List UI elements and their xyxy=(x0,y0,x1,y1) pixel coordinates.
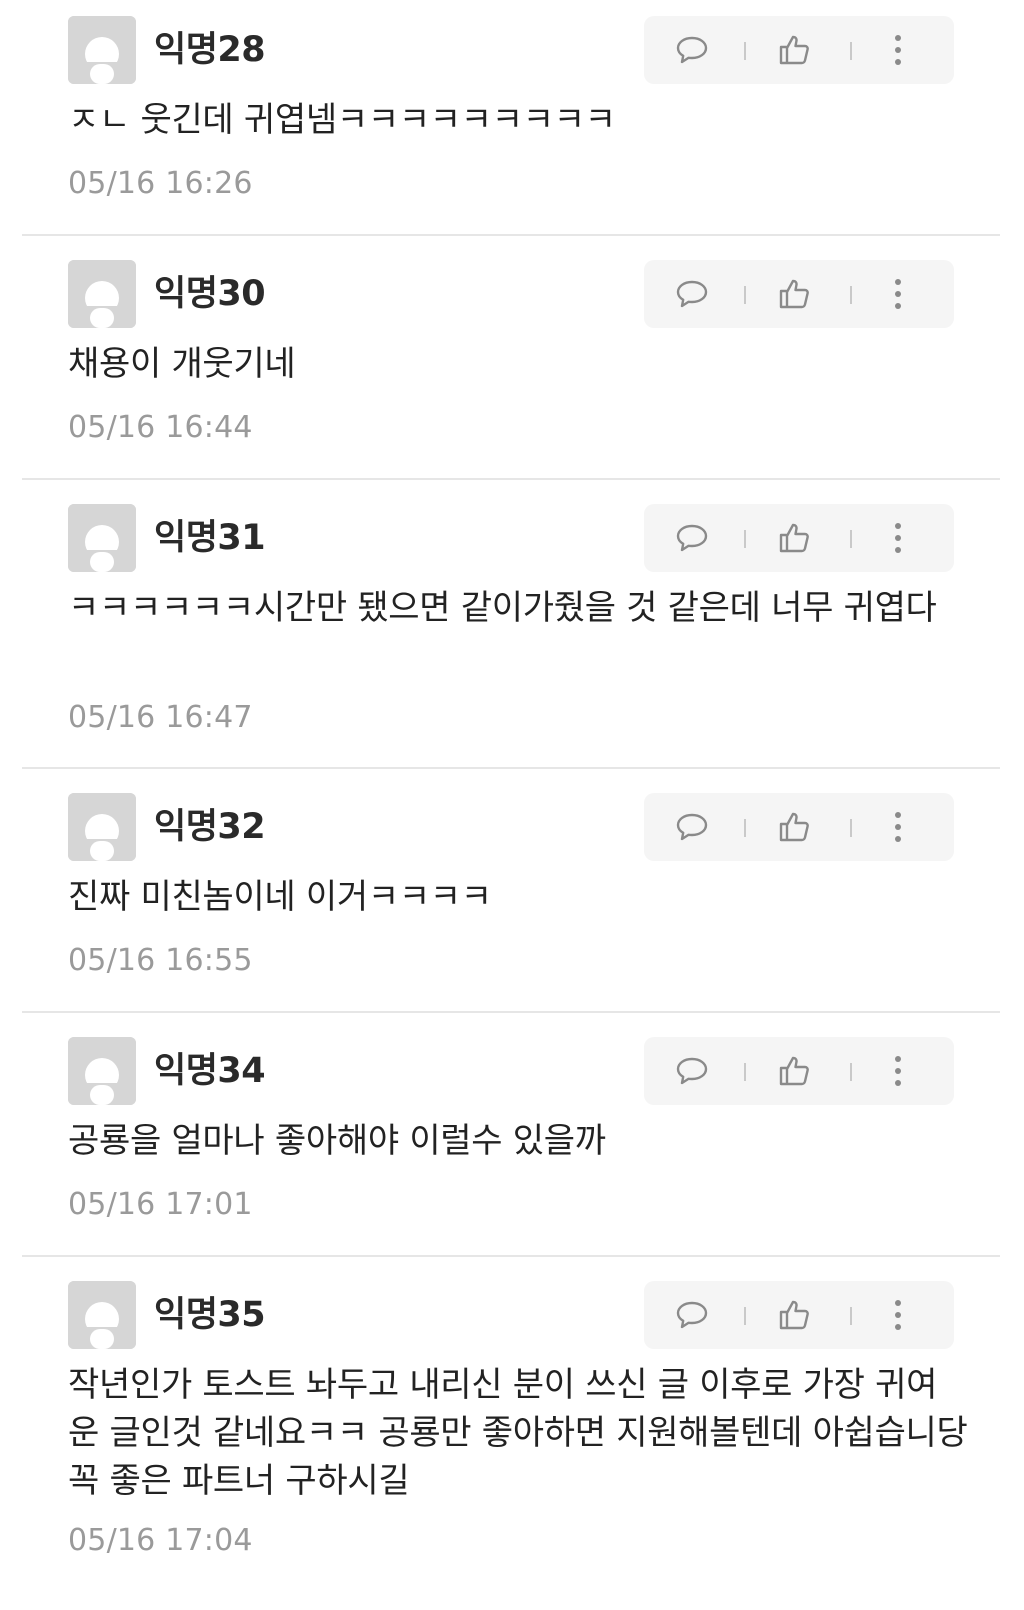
speech-bubble-icon xyxy=(676,1057,708,1085)
action-separator xyxy=(850,286,852,304)
comment-timestamp: 05/16 17:01 xyxy=(68,1187,253,1222)
anonymous-avatar-icon xyxy=(68,1281,136,1349)
vertical-ellipsis-icon xyxy=(895,812,901,842)
comment-text: ㅋㅋㅋㅋㅋㅋ시간만 됐으면 같이가줬을 것 같은데 너무 귀엽다 xyxy=(68,588,937,628)
vertical-ellipsis-icon xyxy=(895,523,901,553)
more-options-button[interactable] xyxy=(868,260,928,328)
action-separator xyxy=(850,530,852,548)
comment-actions xyxy=(644,16,954,84)
reply-button[interactable] xyxy=(662,504,722,572)
vertical-ellipsis-icon xyxy=(895,1056,901,1086)
comment-item: 익명31 ㅋㅋㅋㅋㅋㅋ시간만 됐으면 같이가줬을 것 같은데 너무 귀엽다 05… xyxy=(0,488,1024,768)
like-button[interactable] xyxy=(764,16,824,84)
comment-timestamp: 05/16 16:26 xyxy=(68,166,253,201)
comment-list: 익명28 ㅈㄴ 웃긴데 귀엽넴ㅋㅋㅋㅋㅋㅋㅋㅋㅋ 05/16 16:26 익명3… xyxy=(0,0,1024,1610)
more-options-button[interactable] xyxy=(868,16,928,84)
comment-text: 작년인가 토스트 놔두고 내리신 분이 쓰신 글 이후로 가장 귀여운 글인것 … xyxy=(68,1365,968,1501)
action-separator xyxy=(850,819,852,837)
reply-button[interactable] xyxy=(662,16,722,84)
action-separator xyxy=(744,42,746,60)
anonymous-avatar-icon xyxy=(68,260,136,328)
anonymous-avatar-icon xyxy=(68,1037,136,1105)
comment-actions xyxy=(644,1037,954,1105)
anonymous-avatar-icon xyxy=(68,793,136,861)
reply-button[interactable] xyxy=(662,793,722,861)
like-button[interactable] xyxy=(764,793,824,861)
vertical-ellipsis-icon xyxy=(895,1300,901,1330)
comment-text: 채용이 개웃기네 xyxy=(68,344,296,384)
thumbs-up-icon xyxy=(779,35,809,65)
comment-actions xyxy=(644,260,954,328)
comment-author: 익명31 xyxy=(154,518,266,558)
comment-divider xyxy=(22,1255,1000,1257)
speech-bubble-icon xyxy=(676,524,708,552)
vertical-ellipsis-icon xyxy=(895,35,901,65)
comment-divider xyxy=(22,234,1000,236)
comment-text: 공룡을 얼마나 좋아해야 이럴수 있을까 xyxy=(68,1121,606,1161)
more-options-button[interactable] xyxy=(868,793,928,861)
reply-button[interactable] xyxy=(662,1281,722,1349)
comment-actions xyxy=(644,504,954,572)
comment-author: 익명30 xyxy=(154,274,266,314)
action-separator xyxy=(744,819,746,837)
comment-text: 진짜 미친놈이네 이거ㅋㅋㅋㅋ xyxy=(68,877,492,917)
more-options-button[interactable] xyxy=(868,504,928,572)
comment-actions xyxy=(644,793,954,861)
like-button[interactable] xyxy=(764,1281,824,1349)
anonymous-avatar-icon xyxy=(68,16,136,84)
thumbs-up-icon xyxy=(779,812,809,842)
action-separator xyxy=(744,1063,746,1081)
speech-bubble-icon xyxy=(676,36,708,64)
comment-actions xyxy=(644,1281,954,1349)
comment-author: 익명32 xyxy=(154,807,266,847)
comment-item: 익명34 공룡을 얼마나 좋아해야 이럴수 있을까 05/16 17:01 xyxy=(0,1021,1024,1257)
thumbs-up-icon xyxy=(779,1056,809,1086)
comment-text: ㅈㄴ 웃긴데 귀엽넴ㅋㅋㅋㅋㅋㅋㅋㅋㅋ xyxy=(68,100,616,140)
action-separator xyxy=(744,530,746,548)
speech-bubble-icon xyxy=(676,813,708,841)
comment-author: 익명34 xyxy=(154,1051,266,1091)
like-button[interactable] xyxy=(764,504,824,572)
vertical-ellipsis-icon xyxy=(895,279,901,309)
comment-item: 익명30 채용이 개웃기네 05/16 16:44 xyxy=(0,244,1024,480)
thumbs-up-icon xyxy=(779,279,809,309)
comment-timestamp: 05/16 17:04 xyxy=(68,1523,253,1558)
anonymous-avatar-icon xyxy=(68,504,136,572)
comment-author: 익명35 xyxy=(154,1295,266,1335)
comment-item: 익명28 ㅈㄴ 웃긴데 귀엽넴ㅋㅋㅋㅋㅋㅋㅋㅋㅋ 05/16 16:26 xyxy=(0,0,1024,236)
comment-item: 익명35 작년인가 토스트 놔두고 내리신 분이 쓰신 글 이후로 가장 귀여운… xyxy=(0,1265,1024,1610)
thumbs-up-icon xyxy=(779,523,809,553)
more-options-button[interactable] xyxy=(868,1037,928,1105)
speech-bubble-icon xyxy=(676,280,708,308)
comment-timestamp: 05/16 16:47 xyxy=(68,700,253,735)
like-button[interactable] xyxy=(764,260,824,328)
action-separator xyxy=(850,1063,852,1081)
like-button[interactable] xyxy=(764,1037,824,1105)
action-separator xyxy=(744,1307,746,1325)
comment-divider xyxy=(22,767,1000,769)
action-separator xyxy=(744,286,746,304)
comment-author: 익명28 xyxy=(154,30,266,70)
thumbs-up-icon xyxy=(779,1300,809,1330)
comment-timestamp: 05/16 16:44 xyxy=(68,410,253,445)
speech-bubble-icon xyxy=(676,1301,708,1329)
comment-divider xyxy=(22,478,1000,480)
more-options-button[interactable] xyxy=(868,1281,928,1349)
comment-divider xyxy=(22,1011,1000,1013)
comment-item: 익명32 진짜 미친놈이네 이거ㅋㅋㅋㅋ 05/16 16:55 xyxy=(0,777,1024,1013)
reply-button[interactable] xyxy=(662,1037,722,1105)
action-separator xyxy=(850,42,852,60)
comment-timestamp: 05/16 16:55 xyxy=(68,943,253,978)
reply-button[interactable] xyxy=(662,260,722,328)
action-separator xyxy=(850,1307,852,1325)
